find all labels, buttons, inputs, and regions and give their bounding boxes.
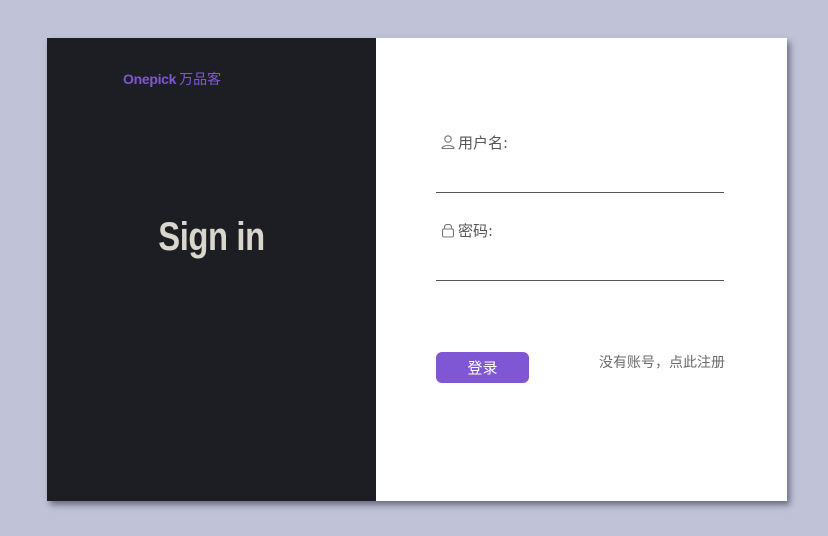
register-link[interactable]: 没有账号，点此注册 xyxy=(599,353,725,373)
brand-logo: Onepick 万品客 xyxy=(123,69,221,90)
brand-panel: Onepick 万品客 Sign in xyxy=(47,38,376,501)
password-label-row: 密码: xyxy=(436,218,724,242)
password-field: 密码: xyxy=(436,218,724,281)
login-form-panel: 用户名: 密码: 登录 没有账号，点此注册 xyxy=(376,38,787,501)
login-button[interactable]: 登录 xyxy=(436,352,529,383)
password-label: 密码: xyxy=(458,221,494,240)
brand-name-cn: 万品客 xyxy=(179,72,222,88)
lock-icon xyxy=(441,223,455,238)
brand-name-en: Onepick xyxy=(123,71,177,87)
password-input[interactable] xyxy=(436,252,724,281)
username-input[interactable] xyxy=(436,164,724,193)
user-icon xyxy=(441,135,455,150)
username-label-row: 用户名: xyxy=(436,130,724,154)
username-label: 用户名: xyxy=(458,133,509,152)
username-field: 用户名: xyxy=(436,130,724,193)
sign-in-heading: Sign in xyxy=(158,215,265,259)
login-card: Onepick 万品客 Sign in 用户名: 密码: 登录 没有账号，点此注… xyxy=(47,38,787,501)
